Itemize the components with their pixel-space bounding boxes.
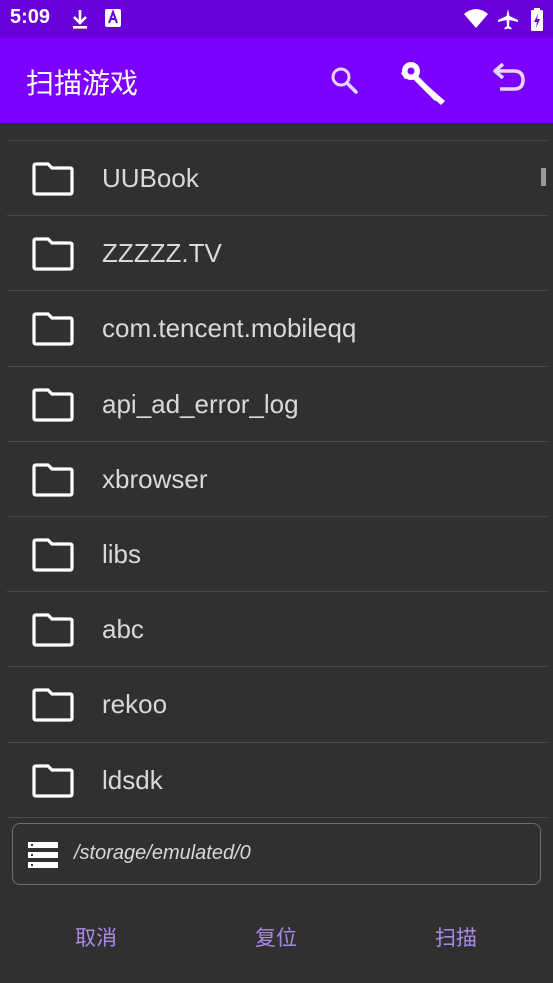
folder-icon <box>32 162 74 200</box>
wifi-icon <box>463 8 489 34</box>
scrollbar-thumb[interactable] <box>541 168 546 186</box>
folder-name: abc <box>102 614 144 645</box>
folder-icon <box>32 538 74 576</box>
wrench-icon[interactable] <box>399 57 449 109</box>
folder-icon <box>32 312 74 350</box>
app-bar: 扫描游戏 <box>0 38 553 123</box>
list-item[interactable]: rekoo <box>7 667 547 743</box>
folder-icon <box>32 387 74 426</box>
list-item[interactable]: ldsdk <box>7 743 547 818</box>
folder-icon <box>32 688 74 726</box>
search-icon[interactable] <box>329 65 359 99</box>
folder-name: rekoo <box>102 689 168 720</box>
download-icon <box>70 8 90 34</box>
path-value: /storage/emulated/0 <box>74 842 251 864</box>
folder-icon <box>32 613 74 651</box>
list-item[interactable]: ZZZZZ.TV <box>7 216 547 292</box>
cancel-button[interactable]: 取消 <box>36 922 156 952</box>
folder-icon <box>32 763 74 802</box>
page-title: 扫描游戏 <box>26 67 139 100</box>
list-item[interactable]: abc <box>7 592 547 668</box>
folder-icon <box>32 463 74 501</box>
list-item[interactable]: UUBook <box>7 141 547 217</box>
list-item[interactable]: api_ad_error_log <box>7 367 547 442</box>
folder-name: xbrowser <box>102 463 208 494</box>
folder-name: com.tencent.mobileqq <box>102 313 357 344</box>
folder-name: ZZZZZ.TV <box>102 238 222 269</box>
folder-name: api_ad_error_log <box>102 388 299 419</box>
folder-list: UUBook ZZZZZ.TV com.tencent.mobileqq api… <box>7 140 547 820</box>
list-item[interactable]: xbrowser <box>7 442 547 517</box>
list-item[interactable]: com.tencent.mobileqq <box>7 291 547 367</box>
path-field[interactable]: /storage/emulated/0 <box>12 823 541 885</box>
airplane-mode-icon <box>496 8 520 34</box>
reset-button[interactable]: 复位 <box>216 922 336 952</box>
status-time: 5:09 <box>10 6 51 28</box>
battery-icon <box>530 8 544 36</box>
scan-button[interactable]: 扫描 <box>396 922 516 952</box>
storage-list-icon <box>27 841 59 873</box>
folder-name: ldsdk <box>102 764 163 795</box>
a-notification-icon <box>104 8 122 32</box>
folder-name: libs <box>102 538 142 569</box>
list-item[interactable]: libs <box>7 517 547 593</box>
folder-icon <box>32 237 74 275</box>
status-bar: 5:09 <box>0 0 553 38</box>
folder-name: UUBook <box>102 163 199 193</box>
undo-icon[interactable] <box>492 62 526 99</box>
